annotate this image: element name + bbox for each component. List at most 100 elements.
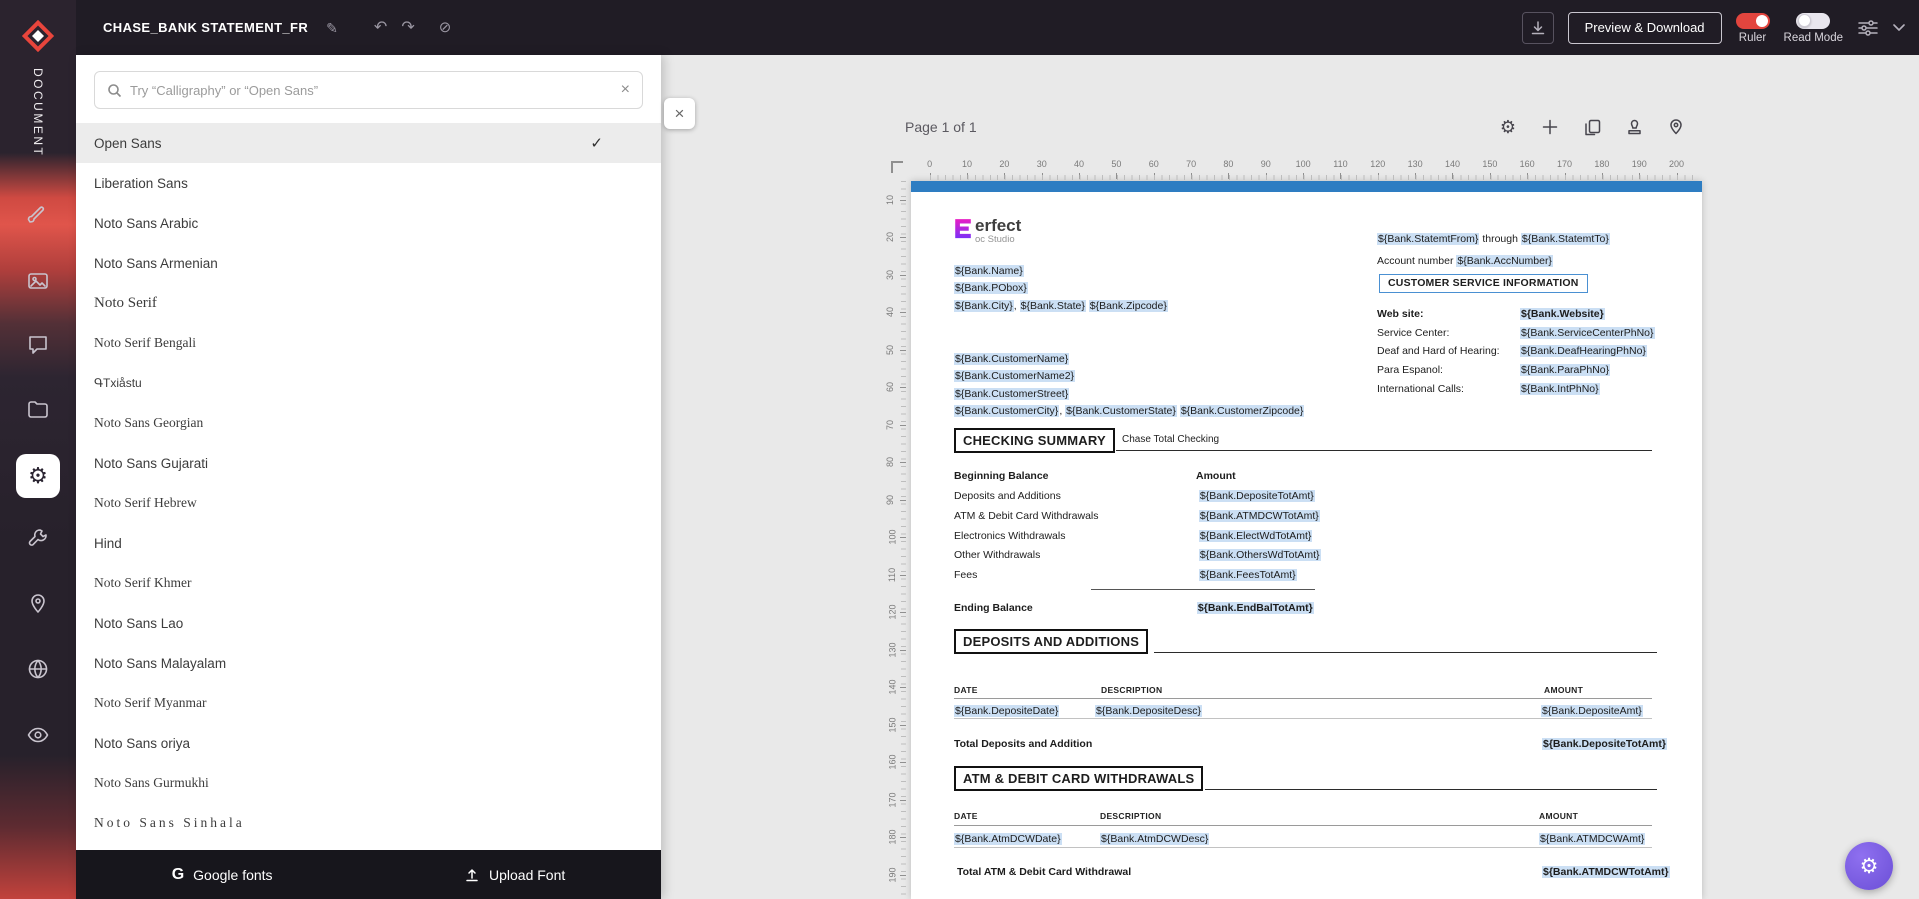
settings-sliders-icon[interactable] [1857, 19, 1879, 37]
ruler-tick: 70 [1172, 158, 1209, 180]
merge-field-token[interactable]: ${Bank.ElectWdTotAmt} [1198, 529, 1313, 542]
atm-section-title[interactable]: ATM & DEBIT CARD WITHDRAWALS [954, 766, 1204, 791]
merge-field-token[interactable]: ${Bank.FeesTotAmt} [1198, 569, 1297, 582]
font-option[interactable]: Hind ✓ [76, 523, 661, 563]
page-header-highlight[interactable] [911, 181, 1702, 192]
images-icon[interactable] [26, 269, 50, 293]
checking-summary-title[interactable]: CHECKING SUMMARY [954, 428, 1115, 453]
merge-field-token[interactable]: ${Bank.City} [954, 299, 1014, 312]
read-mode-toggle[interactable] [1796, 13, 1831, 29]
chevron-down-icon[interactable] [1893, 23, 1905, 32]
download-button[interactable] [1521, 11, 1554, 44]
google-fonts-button[interactable]: G Google fonts [172, 866, 273, 884]
ruler-origin-corner[interactable] [884, 154, 910, 180]
merge-field-token[interactable]: ${Bank.Name} [954, 265, 1024, 277]
font-option[interactable]: Noto Sans Malayalam ✓ [76, 643, 661, 683]
merge-field-token[interactable]: ${Bank.DepositeDesc} [1095, 705, 1203, 717]
merge-field-token[interactable]: ${Bank.ATMDCWTotAmt} [1542, 866, 1670, 878]
close-panel-button[interactable]: × [664, 98, 695, 129]
disabled-icon[interactable]: ⊘ [439, 20, 452, 35]
location-pin-icon[interactable] [26, 592, 50, 616]
merge-field-token[interactable]: ${Bank.Zipcode} [1088, 299, 1168, 312]
redo-icon[interactable]: ↷ [401, 19, 414, 36]
merge-field-token[interactable]: ${Bank.DepositeTotAmt} [1198, 490, 1315, 502]
read-mode-toggle-label: Read Mode [1783, 32, 1843, 44]
statement-period-line: ${Bank.StatemtFrom} through ${Bank.State… [1377, 233, 1610, 245]
merge-field-token[interactable]: ${Bank.DepositeDate} [954, 705, 1060, 717]
horizontal-ruler[interactable]: 0 10 20 30 40 50 60 70 80 90 100 110 120 130 140 150 160… [908, 158, 1698, 180]
merge-field-token[interactable]: ${Bank.CustomerName2} [954, 370, 1076, 383]
globe-icon[interactable] [26, 657, 50, 681]
merge-field-token[interactable]: ${Bank.CustomerZipcode} [1179, 404, 1305, 417]
merge-field-token[interactable]: ${Bank.State} [1019, 299, 1086, 312]
app-logo[interactable] [21, 19, 55, 53]
undo-icon[interactable]: ↶ [374, 19, 387, 36]
add-page-icon[interactable] [1538, 115, 1562, 139]
merge-field-token[interactable]: ${Bank.CustomerName} [954, 353, 1070, 365]
customer-service-title[interactable]: CUSTOMER SERVICE INFORMATION [1379, 274, 1588, 293]
deposits-section-title[interactable]: DEPOSITS AND ADDITIONS [954, 629, 1149, 654]
merge-field-token[interactable]: ${Bank.AtmDCWDate} [954, 833, 1062, 845]
font-option[interactable]: Noto Serif ✓ [76, 283, 661, 323]
merge-field-token[interactable]: ${Bank.DeafHearingPhNo} [1520, 345, 1647, 358]
merge-field-token[interactable]: ${Bank.AccNumber} [1456, 255, 1553, 267]
font-option-label: Noto Sans Lao [94, 615, 184, 631]
tools-wrench-icon[interactable] [26, 527, 50, 551]
eye-preview-icon[interactable] [26, 723, 50, 747]
font-option[interactable]: Noto Serif Khmer ✓ [76, 563, 661, 603]
font-option[interactable]: Noto Sans Gurmukhi ✓ [76, 763, 661, 803]
merge-field-token[interactable]: ${Bank.ServiceCenterPhNo} [1520, 326, 1655, 339]
merge-field-token[interactable]: ${Bank.CustomerCity} [954, 404, 1060, 417]
comments-icon[interactable] [26, 333, 50, 357]
font-option[interactable]: Noto Sans Arabic ✓ [76, 203, 661, 243]
font-option[interactable]: Noto Sans Georgian ✓ [76, 403, 661, 443]
font-option[interactable]: Noto Serif Bengali ✓ [76, 323, 661, 363]
font-option[interactable]: Noto Sans Lao ✓ [76, 603, 661, 643]
settings-nav-active[interactable]: ⚙ [16, 454, 60, 498]
font-option[interactable]: ԳTxiåstu ✓ [76, 363, 661, 403]
assistant-fab[interactable]: ⚙ [1845, 842, 1893, 890]
ruler-tick: 120 [885, 594, 908, 632]
preview-download-button[interactable]: Preview & Download [1567, 11, 1722, 44]
merge-field-token[interactable]: ${Bank.CustomerStreet} [954, 387, 1070, 400]
ruler-tick: 170 [1546, 158, 1583, 180]
merge-field-token[interactable]: ${Bank.AtmDCWDesc} [1100, 833, 1210, 845]
font-option[interactable]: Noto Sans Gujarati ✓ [76, 443, 661, 483]
folder-icon[interactable] [26, 398, 50, 422]
font-option[interactable]: Noto Sans oriya ✓ [76, 723, 661, 763]
vertical-ruler[interactable]: 10 20 30 40 50 60 70 80 90 100 110 120 130 140 150 160 1… [885, 181, 908, 895]
page-settings-gear-icon[interactable]: ⚙ [1496, 115, 1520, 139]
merge-field-token[interactable]: ${Bank.Website} [1520, 308, 1605, 320]
design-brush-icon[interactable] [26, 202, 50, 226]
merge-field-token[interactable]: ${Bank.DepositeTotAmt} [1542, 738, 1667, 750]
merge-field-token[interactable]: ${Bank.StatemtTo} [1520, 233, 1610, 245]
upload-font-button[interactable]: Upload Font [464, 867, 565, 883]
rename-icon[interactable]: ✎ [326, 21, 338, 35]
font-option[interactable]: Noto Sans Sinhala ✓ [76, 803, 661, 843]
ruler-toggle[interactable] [1735, 13, 1770, 29]
merge-field-token[interactable]: ${Bank.EndBalTotAmt} [1196, 602, 1314, 614]
clear-search-icon[interactable]: × [621, 82, 630, 98]
merge-field-token[interactable]: ${Bank.ATMDCWTotAmt} [1198, 509, 1320, 522]
merge-field-token[interactable]: ${Bank.ParaPhNo} [1520, 364, 1611, 377]
font-option[interactable]: Noto Sans Armenian ✓ [76, 243, 661, 283]
font-option[interactable]: Noto Serif Myanmar ✓ [76, 683, 661, 723]
font-option[interactable]: Liberation Sans ✓ [76, 163, 661, 203]
summary-amount-header: Amount [1196, 470, 1236, 482]
font-option[interactable]: Open Sans ✓ [76, 123, 661, 163]
table-cell: ${Bank.AtmDCWDate} [954, 833, 1062, 846]
font-search-input[interactable] [130, 82, 613, 98]
stamp-icon[interactable] [1622, 115, 1646, 139]
merge-field-token[interactable]: ${Bank.IntPhNo} [1520, 382, 1600, 395]
merge-field-token[interactable]: ${Bank.CustomerState} [1065, 404, 1177, 417]
merge-field-token[interactable]: ${Bank.StatemtFrom} [1377, 233, 1480, 245]
ruler-tick: 190 [1621, 158, 1658, 180]
duplicate-page-icon[interactable] [1580, 115, 1604, 139]
map-pin-icon[interactable] [1664, 115, 1688, 139]
merge-field-token[interactable]: ${Bank.PObox} [954, 282, 1028, 295]
document-page[interactable]: erfect oc Studio ${Bank.Name} ${Bank.POb… [911, 181, 1702, 899]
merge-field-token[interactable]: ${Bank.OthersWdTotAmt} [1198, 549, 1321, 562]
font-option[interactable]: Noto Serif Hebrew ✓ [76, 483, 661, 523]
merge-field-token[interactable]: ${Bank.ATMDCWAmt} [1539, 833, 1646, 845]
merge-field-token[interactable]: ${Bank.DepositeAmt} [1541, 705, 1643, 717]
